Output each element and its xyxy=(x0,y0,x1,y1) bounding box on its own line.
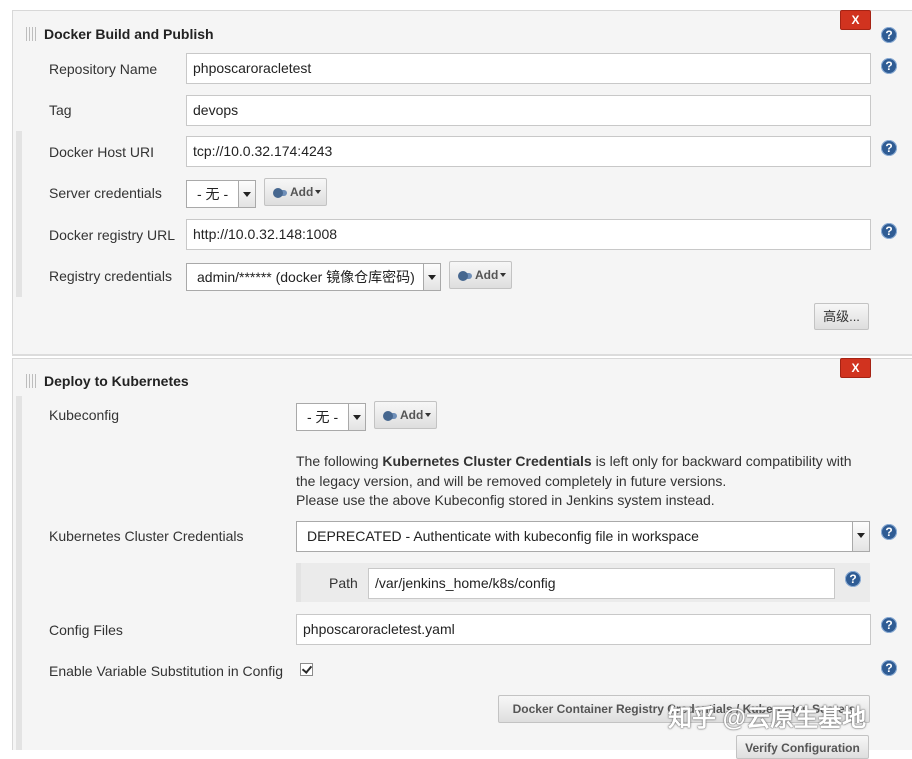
advanced-button[interactable]: 高级... xyxy=(814,303,869,330)
docker-section-border xyxy=(12,10,13,354)
key-icon xyxy=(273,187,287,198)
cluster-credentials-select[interactable]: DEPRECATED - Authenticate with kubeconfi… xyxy=(296,521,870,552)
config-files-help-icon[interactable]: ? xyxy=(881,617,897,633)
path-help-icon[interactable]: ? xyxy=(845,571,861,587)
repository-name-label: Repository Name xyxy=(49,61,158,77)
section-divider xyxy=(12,354,912,356)
cluster-credentials-selected: DEPRECATED - Authenticate with kubeconfi… xyxy=(307,528,699,544)
k8s-section-panel xyxy=(12,358,912,750)
note-line-3: Please use the above Kubeconfig stored i… xyxy=(296,492,715,508)
kubeconfig-select[interactable]: - 无 - xyxy=(296,403,366,431)
k8s-section-top-rule xyxy=(12,358,912,359)
k8s-section-delete-button[interactable]: X xyxy=(840,358,871,378)
cluster-credentials-label: Kubernetes Cluster Credentials xyxy=(49,528,244,544)
variable-substitution-help-icon[interactable]: ? xyxy=(881,660,897,676)
k8s-fields-group-bar xyxy=(16,396,22,750)
docker-registry-url-help-icon[interactable]: ? xyxy=(881,223,897,239)
server-credentials-selected: - 无 - xyxy=(197,186,229,202)
registry-credentials-label: Registry credentials xyxy=(49,268,172,284)
docker-host-uri-label: Docker Host URI xyxy=(49,144,155,160)
registry-credentials-select[interactable]: admin/****** (docker 镜像仓库密码) xyxy=(186,263,441,291)
chevron-down-icon xyxy=(852,522,869,551)
variable-substitution-checkbox[interactable] xyxy=(300,663,313,676)
docker-host-uri-input[interactable]: tcp://10.0.32.174:4243 xyxy=(186,136,871,167)
tag-label: Tag xyxy=(49,102,72,118)
docker-host-uri-help-icon[interactable]: ? xyxy=(881,140,897,156)
server-credentials-select[interactable]: - 无 - xyxy=(186,180,256,208)
dropdown-caret-icon xyxy=(315,190,321,194)
repository-name-input[interactable]: phposcaroracletest xyxy=(186,53,871,84)
variable-substitution-label: Enable Variable Substitution in Config xyxy=(49,663,284,679)
k8s-section-title: Deploy to Kubernetes xyxy=(44,373,189,389)
watermark: 知乎 @云原生基地 xyxy=(668,705,867,732)
docker-registry-url-input[interactable]: http://10.0.32.148:1008 xyxy=(186,219,871,250)
docker-section-top-rule xyxy=(12,10,912,11)
docker-section-help-icon[interactable]: ? xyxy=(881,27,897,43)
server-credentials-label: Server credentials xyxy=(49,185,162,201)
chevron-down-icon xyxy=(238,181,255,207)
registry-credentials-add-button[interactable]: Add xyxy=(449,261,512,289)
docker-section-title: Docker Build and Publish xyxy=(44,26,214,42)
chevron-down-icon xyxy=(423,264,440,290)
backward-compat-note: The following Kubernetes Cluster Credent… xyxy=(296,452,876,511)
docker-host-group-bar xyxy=(16,131,22,297)
chevron-down-icon xyxy=(348,404,365,430)
path-input[interactable]: /var/jenkins_home/k8s/config xyxy=(368,568,835,599)
registry-credentials-selected: admin/****** (docker 镜像仓库密码) xyxy=(197,269,415,285)
k8s-section-border xyxy=(12,358,13,750)
key-icon xyxy=(458,270,472,281)
cluster-credentials-help-icon[interactable]: ? xyxy=(881,524,897,540)
repository-name-help-icon[interactable]: ? xyxy=(881,58,897,74)
verify-configuration-button[interactable]: Verify Configuration xyxy=(736,735,869,759)
path-label: Path xyxy=(329,575,358,591)
server-credentials-add-button[interactable]: Add xyxy=(264,178,327,206)
dropdown-caret-icon xyxy=(500,273,506,277)
tag-input[interactable]: devops xyxy=(186,95,871,126)
key-icon xyxy=(383,410,397,421)
kubeconfig-label: Kubeconfig xyxy=(49,407,120,423)
kubeconfig-selected: - 无 - xyxy=(307,409,339,425)
note-line-2: the legacy version, and will be removed … xyxy=(296,472,727,489)
docker-registry-url-label: Docker registry URL xyxy=(49,227,176,243)
note-line-1: The following Kubernetes Cluster Credent… xyxy=(296,453,852,469)
kubeconfig-add-button[interactable]: Add xyxy=(374,401,437,429)
config-files-label: Config Files xyxy=(49,622,123,638)
config-files-input[interactable]: phposcaroracletest.yaml xyxy=(296,614,871,645)
docker-section-delete-button[interactable]: X xyxy=(840,10,871,30)
docker-section-drag-handle[interactable] xyxy=(26,27,36,41)
dropdown-caret-icon xyxy=(425,413,431,417)
k8s-section-drag-handle[interactable] xyxy=(26,374,36,388)
